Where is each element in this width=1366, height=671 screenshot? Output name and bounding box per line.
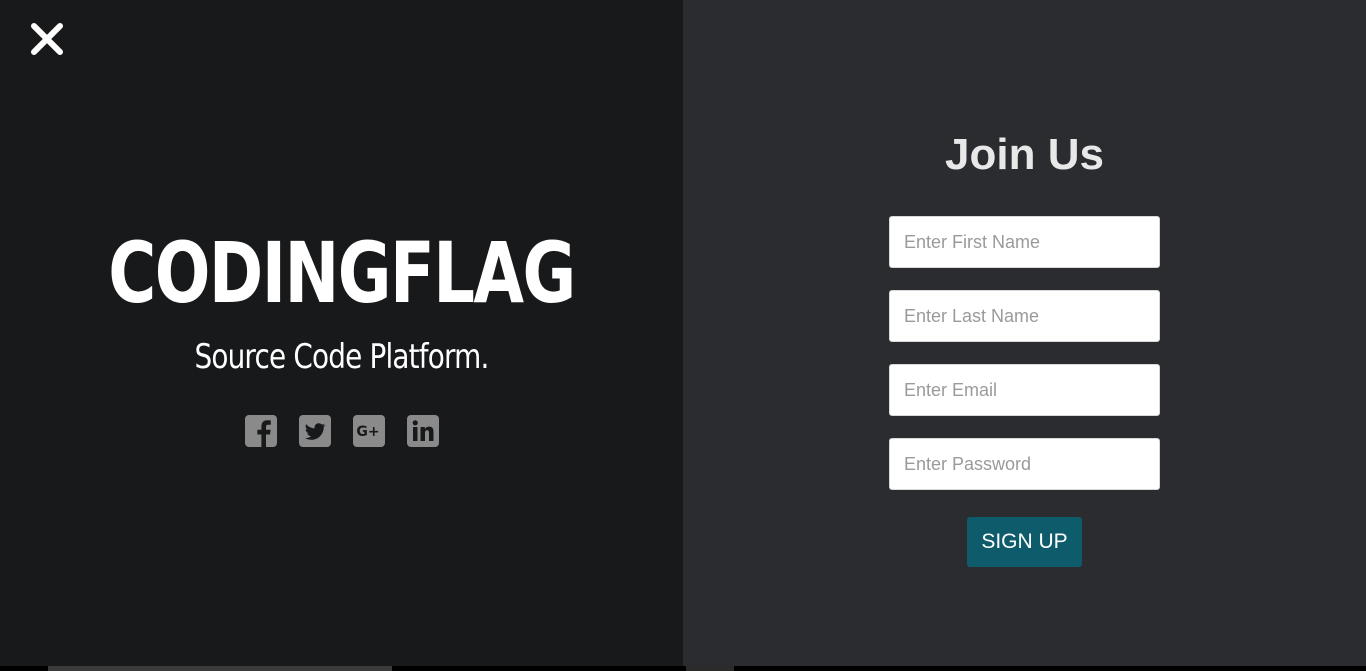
svg-text:G+: G+ (356, 424, 379, 440)
brand-title: CODINGFLAG (108, 224, 576, 322)
first-name-field[interactable] (889, 216, 1160, 268)
password-field[interactable] (889, 438, 1160, 490)
last-name-field[interactable] (889, 290, 1160, 342)
social-links: G+ (0, 415, 683, 447)
twitter-icon[interactable] (298, 415, 331, 447)
brand-panel: CODINGFLAG Source Code Platform. G+ (0, 0, 683, 671)
signup-overlay: CODINGFLAG Source Code Platform. G+ Join… (0, 0, 1366, 671)
signup-panel: Join Us SIGN UP (683, 0, 1366, 671)
google-plus-icon[interactable]: G+ (352, 415, 385, 447)
facebook-icon[interactable] (244, 415, 277, 447)
linkedin-icon[interactable] (406, 415, 439, 447)
form-title: Join Us (945, 130, 1104, 179)
brand: CODINGFLAG Source Code Platform. (0, 224, 683, 378)
close-icon[interactable] (28, 20, 66, 58)
brand-subtitle: Source Code Platform. (194, 337, 489, 377)
signup-button[interactable]: SIGN UP (967, 517, 1082, 567)
email-field[interactable] (889, 364, 1160, 416)
bottom-strip-segment (686, 666, 734, 671)
bottom-strip-segment (48, 666, 392, 671)
bottom-strip (0, 666, 1366, 671)
